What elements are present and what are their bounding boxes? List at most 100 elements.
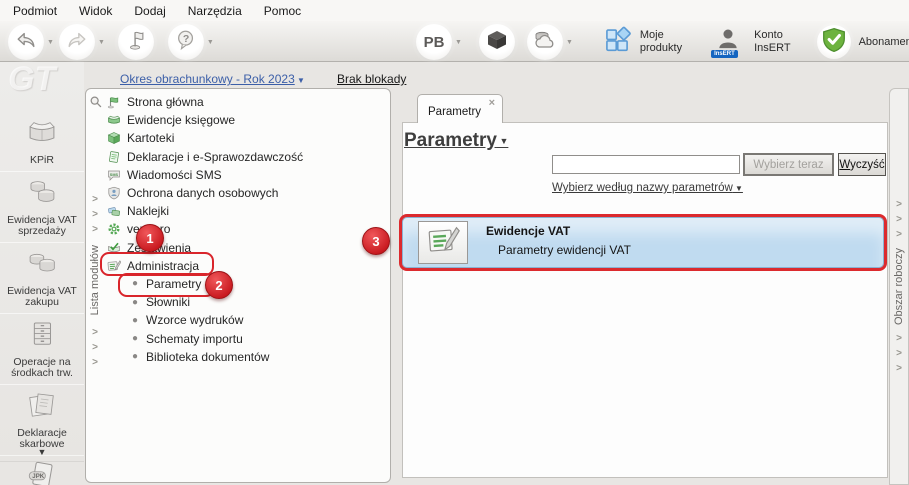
subscription-label: Abonament aktywny — [859, 36, 909, 49]
tree-item-label: Naklejki — [127, 204, 169, 218]
report-icon — [106, 241, 121, 255]
forward-button[interactable] — [59, 24, 95, 60]
my-products-button[interactable]: Moje produkty — [604, 26, 682, 59]
sidebar-module-vat-sprzedazy[interactable]: Ewidencja VAT sprzedaży — [0, 172, 84, 243]
tree-item-zestawienia[interactable]: Zestawienia — [106, 239, 386, 257]
vat-item-icon-box — [418, 221, 468, 264]
filter-by-name-link[interactable]: Wybierz według nazwy parametrów ▼ — [552, 182, 743, 194]
insert-account-label: Konto InsERT — [754, 29, 790, 55]
parameter-search-input[interactable] — [552, 155, 740, 174]
page-title[interactable]: Parametry ▼ — [404, 130, 508, 152]
tree-item-wzorce-wydruków[interactable]: ●Wzorce wydruków — [106, 311, 386, 329]
back-caret-icon[interactable]: ▼ — [47, 39, 54, 46]
sidebar-module-deklaracje[interactable]: Deklaracje skarbowe — [0, 385, 84, 456]
strip-chevron[interactable]: > — [92, 222, 98, 237]
tree-item-biblioteka-dokumentów[interactable]: ●Biblioteka dokumentów — [106, 348, 386, 366]
module-label: KPiR — [30, 155, 54, 167]
toolbar-account-area: PB ▼ ▼ Moje produkty InsERT Konto InsERT… — [416, 23, 909, 61]
tree-item-label: vendero — [127, 222, 170, 236]
clear-button[interactable]: Wyczyść — [838, 153, 886, 176]
cloud-sync-button[interactable] — [527, 24, 563, 60]
strip-chevron[interactable]: > — [896, 346, 902, 361]
cloud-icon — [532, 28, 558, 57]
kpir-icon — [24, 115, 60, 154]
tree-item-ochrona-danych-osobowych[interactable]: Ochrona danych osobowych — [106, 184, 386, 202]
forward-caret-icon[interactable]: ▼ — [98, 39, 105, 46]
menu-item-dodaj[interactable]: Dodaj — [123, 1, 176, 21]
accounting-period-link[interactable]: Okres obrachunkowy - Rok 2023 ▼ — [120, 72, 305, 86]
tree-item-słowniki[interactable]: ●Słowniki — [106, 293, 386, 311]
tab-parametry[interactable]: Parametry × — [417, 94, 503, 123]
module-label: Operacje na środkach trw. — [1, 357, 83, 380]
sidebar-module-kpir[interactable]: KPiR — [0, 112, 84, 172]
toolbar: ▼ ▼? ▼ PB ▼ ▼ Moje produkty InsERT Konto I… — [0, 21, 909, 62]
labels-icon — [106, 204, 121, 218]
flag-button[interactable] — [118, 24, 154, 60]
help-icon: ? — [175, 29, 197, 56]
subscription-status[interactable]: Abonament aktywny — [817, 25, 909, 59]
srodki-icon — [24, 317, 60, 356]
profile-button[interactable]: PB — [416, 24, 452, 60]
workspace-strip-label: Obszar roboczy — [893, 248, 905, 325]
tree-item-administracja[interactable]: Administracja — [106, 257, 386, 275]
strip-chevron[interactable]: > — [896, 331, 902, 346]
strip-chevron[interactable]: > — [92, 207, 98, 222]
tree-item-ewidencje-księgowe[interactable]: Ewidencje księgowe — [106, 111, 386, 129]
flag-icon — [125, 29, 147, 56]
menu-item-pomoc[interactable]: Pomoc — [253, 1, 312, 21]
strip-chevron[interactable]: > — [896, 361, 902, 376]
tree-item-strona-główna[interactable]: Strona główna — [106, 93, 386, 111]
sms-icon: SMS — [106, 168, 121, 182]
notepad-pencil-icon — [426, 224, 460, 261]
insert-account-button[interactable]: InsERT Konto InsERT — [710, 24, 790, 60]
tree-item-naklejki[interactable]: Naklejki — [106, 202, 386, 220]
choose-now-button[interactable]: Wybierz teraz — [743, 153, 834, 176]
my-products-label: Moje produkty — [640, 29, 682, 55]
module-label: Ewidencja VAT zakupu — [1, 286, 83, 309]
help-caret-icon[interactable]: ▼ — [207, 39, 214, 46]
strip-chevron[interactable]: > — [896, 197, 902, 212]
strip-chevron[interactable]: > — [896, 212, 902, 227]
tree-item-label: Deklaracje i e-Sprawozdawczość — [127, 150, 303, 164]
tree-item-label: Wiadomości SMS — [127, 168, 222, 182]
tree-item-label: Schematy importu — [146, 332, 243, 346]
sidebar-module-vat-zakupu[interactable]: Ewidencja VAT zakupu — [0, 243, 84, 314]
strip-chevron[interactable]: > — [896, 227, 902, 242]
menu-bar: PodmiotWidokDodajNarzędziaPomoc — [0, 0, 909, 21]
cube-button[interactable] — [479, 24, 515, 60]
profile-initials: PB — [424, 34, 445, 51]
lock-status-link[interactable]: Brak blokady — [337, 72, 406, 86]
menu-item-narzędzia[interactable]: Narzędzia — [177, 1, 253, 21]
tree-item-kartoteki[interactable]: Kartoteki — [106, 129, 386, 147]
strip-chevron[interactable]: > — [92, 355, 98, 370]
back-button[interactable] — [8, 24, 44, 60]
menu-item-widok[interactable]: Widok — [68, 1, 123, 21]
sidebar-module-srodki[interactable]: Operacje na środkach trw. — [0, 314, 84, 385]
deklaracje-icon — [24, 388, 60, 427]
tree-item-parametry[interactable]: ● Parametry — [106, 275, 386, 293]
tree-item-label: Słowniki — [146, 295, 190, 309]
strip-chevron[interactable]: > — [92, 192, 98, 207]
tree-item-vendero[interactable]: vendero — [106, 220, 386, 238]
bullet-icon: ● — [132, 278, 138, 289]
help-button[interactable]: ? — [168, 24, 204, 60]
pin-icon[interactable] — [88, 94, 103, 114]
module-tree: Strona głównaEwidencje księgoweKartoteki… — [106, 93, 386, 366]
strip-chevron[interactable]: > — [92, 325, 98, 340]
profile-caret-icon[interactable]: ▼ — [455, 39, 462, 46]
tree-item-schematy-importu[interactable]: ●Schematy importu — [106, 329, 386, 347]
list-item-ewidencje-vat[interactable]: Ewidencje VAT Parametry ewidencji VAT — [399, 214, 887, 271]
tree-item-wiadomości-sms[interactable]: SMS Wiadomości SMS — [106, 166, 386, 184]
svg-text:JPK: JPK — [32, 473, 44, 480]
tree-item-label: Zestawienia — [127, 241, 191, 255]
vat-item-title: Ewidencje VAT — [486, 224, 570, 238]
sidebar-module-jpk[interactable]: JPKe-Sprawozdaw. JPK_VAT — [0, 456, 84, 485]
tree-item-deklaracje-i-e-sprawozdawczość[interactable]: Deklaracje i e-Sprawozdawczość — [106, 148, 386, 166]
menu-item-podmiot[interactable]: Podmiot — [2, 1, 68, 21]
sidebar-more-arrow[interactable]: ▼ — [0, 447, 84, 457]
tab-close-icon[interactable]: × — [489, 97, 495, 109]
cloud-caret-icon[interactable]: ▼ — [566, 39, 573, 46]
my-products-icon — [604, 26, 632, 59]
tree-item-label: Parametry — [146, 277, 201, 291]
strip-chevron[interactable]: > — [92, 340, 98, 355]
